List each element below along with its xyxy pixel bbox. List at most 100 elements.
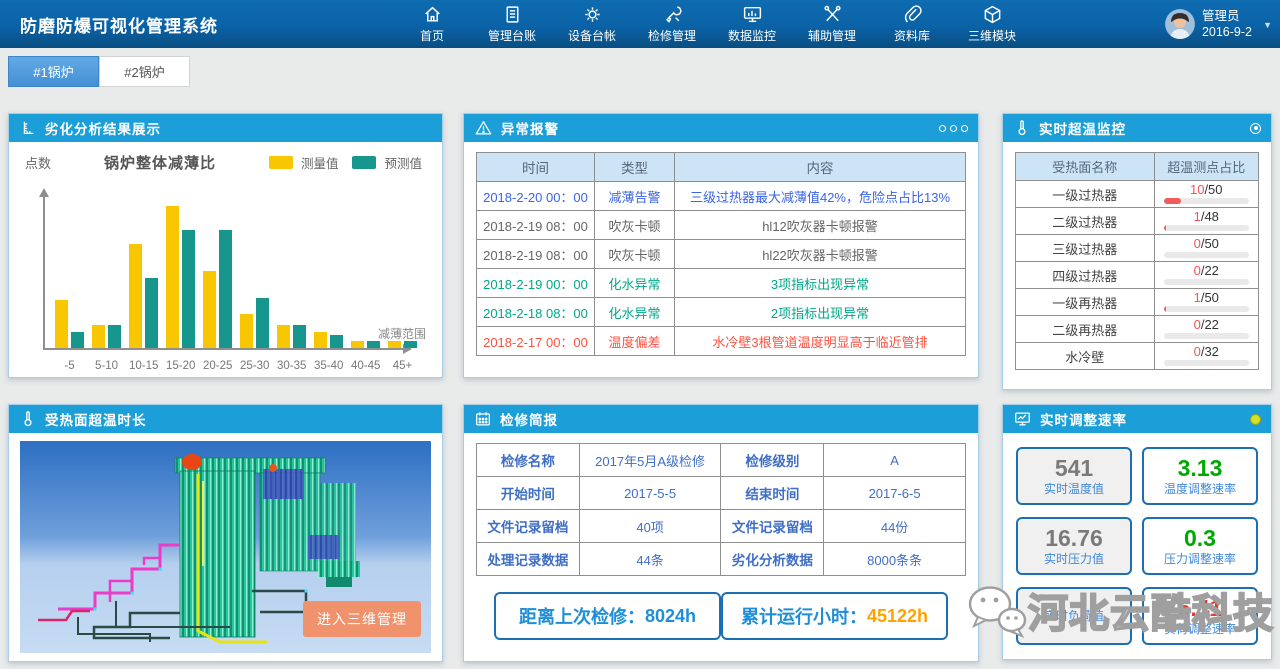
bar-测量值: [351, 341, 364, 348]
bar-预测值: [256, 298, 269, 348]
surface-name: 二级过热器: [1016, 208, 1155, 235]
panel-title: 实时调整速率: [1040, 409, 1242, 429]
warning-icon: [474, 119, 493, 137]
panel-title: 劣化分析结果展示: [45, 118, 432, 138]
summary-value: 8024h: [645, 606, 696, 627]
maintenance-label: 开始时间: [477, 477, 580, 510]
maintenance-row: 检修名称2017年5月A级检修检修级别A: [477, 444, 966, 477]
overtemp-progress: [1164, 360, 1249, 366]
surface-name: 三级过热器: [1016, 235, 1155, 262]
alarm-type: 化水异常: [595, 298, 675, 327]
maintenance-value: 44条: [579, 543, 721, 576]
panel-maintenance: 检修简报 检修名称2017年5月A级检修检修级别A开始时间2017-5-5结束时…: [463, 404, 979, 662]
bar-预测值: [71, 332, 84, 348]
alarm-time: 2018-2-18 08：00: [477, 298, 595, 327]
bar-group: [92, 325, 121, 348]
ruler-icon: [19, 119, 37, 137]
enter-3d-button[interactable]: 进入三维管理: [303, 601, 421, 637]
bar-group: [388, 341, 417, 348]
nav-item-home[interactable]: 首页: [392, 0, 472, 48]
maintenance-value: 2017-6-5: [824, 477, 966, 510]
nav-item-cube[interactable]: 三维模块: [952, 0, 1032, 48]
alarm-row: 2018-2-20 00：00减薄告警三级过热器最大减薄值42%，危险点占比13…: [477, 182, 966, 211]
overtemp-ratio: 0/22: [1155, 318, 1259, 331]
nav-item-label: 资料库: [894, 27, 930, 44]
alarm-row: 2018-2-19 00：00化水异常3项指标出现异常: [477, 269, 966, 298]
alarm-type: 减薄告警: [595, 182, 675, 211]
x-tick-label: 35-40: [314, 360, 343, 372]
overtemp-row: 一级再热器1/50: [1016, 289, 1259, 316]
maintenance-row: 开始时间2017-5-5结束时间2017-6-5: [477, 477, 966, 510]
nav-item-paperclip[interactable]: 资料库: [872, 0, 952, 48]
top-navbar: 防磨防爆可视化管理系统 首页管理台账设备台帐检修管理数据监控辅助管理资料库三维模…: [0, 0, 1280, 48]
summary-label: 累计运行小时：: [741, 603, 867, 629]
alarm-type: 化水异常: [595, 269, 675, 298]
surface-name: 二级再热器: [1016, 316, 1155, 343]
ledger-icon: [502, 4, 523, 25]
summary-label: 距离上次检修：: [519, 603, 645, 629]
overtemp-progress: [1164, 198, 1249, 204]
cube-icon: [982, 4, 1003, 25]
chart-legend: 测量值预测值: [269, 153, 428, 172]
alarm-type: 吹灰卡顿: [595, 240, 675, 269]
rate-label: 温度调整速率: [1164, 483, 1236, 496]
user-info[interactable]: 管理员 2016-9-2: [1165, 0, 1252, 48]
x-tick-label: 5-10: [92, 360, 121, 372]
y-axis: [43, 192, 45, 350]
maintenance-label: 结束时间: [721, 477, 824, 510]
alarm-col-header: 类型: [595, 153, 675, 182]
legend-swatch: [352, 156, 376, 169]
surface-name: 四级过热器: [1016, 262, 1155, 289]
panel-title: 检修简报: [500, 409, 968, 429]
x-tick-label: 25-30: [240, 360, 269, 372]
alarm-content: 三级过热器最大减薄值42%，危险点占比13%: [675, 182, 966, 211]
alarm-time: 2018-2-17 00：00: [477, 327, 595, 356]
alarm-content: 2项指标出现异常: [675, 298, 966, 327]
maintenance-value: 44份: [824, 510, 966, 543]
rate-label: 实时压力值: [1044, 553, 1104, 566]
paperclip-icon: [902, 4, 923, 25]
overtemp-ratio-cell: 1/50: [1154, 289, 1259, 316]
alarm-type: 吹灰卡顿: [595, 211, 675, 240]
panel-degradation: 劣化分析结果展示 点数 锅炉整体减薄比 测量值预测值 减薄范围 -55-1010…: [8, 113, 443, 378]
record-icon[interactable]: [1250, 123, 1261, 134]
overtemp-ratio: 1/48: [1155, 210, 1259, 223]
status-dot-icon[interactable]: [1250, 414, 1261, 425]
nav-item-wrench[interactable]: 检修管理: [632, 0, 712, 48]
alarm-time: 2018-2-19 08：00: [477, 211, 595, 240]
rate-value: 3.13: [1178, 456, 1223, 481]
overtemp-progress: [1164, 225, 1249, 231]
panel-options-icon[interactable]: [939, 125, 968, 132]
alarm-time: 2018-2-19 00：00: [477, 269, 595, 298]
panel-boiler3d: 受热面超温时长: [8, 404, 443, 662]
overtemp-ratio: 0/50: [1155, 237, 1259, 250]
nav-item-ledger[interactable]: 管理台账: [472, 0, 552, 48]
maintenance-label: 文件记录留档: [721, 510, 824, 543]
nav-item-crossed-tools[interactable]: 辅助管理: [792, 0, 872, 48]
maintenance-value: A: [824, 444, 966, 477]
overtemp-ratio: 0/32: [1155, 345, 1259, 358]
overtemp-progress: [1164, 252, 1249, 258]
nav-item-gear[interactable]: 设备台帐: [552, 0, 632, 48]
tab-boiler-1[interactable]: #1锅炉: [8, 56, 99, 87]
x-tick-label: 30-35: [277, 360, 306, 372]
bar-预测值: [404, 341, 417, 348]
overtemp-col-header: 受热面名称: [1016, 153, 1155, 181]
overtemp-progress: [1164, 279, 1249, 285]
overtemp-col-header: 超温测点占比: [1154, 153, 1259, 181]
main-nav: 首页管理台账设备台帐检修管理数据监控辅助管理资料库 三维模块: [392, 0, 1032, 48]
surface-name: 水冷壁: [1016, 343, 1155, 370]
maintenance-value: 8000条条: [824, 543, 966, 576]
monitor-chart-icon: [1013, 410, 1032, 428]
bar-测量值: [240, 314, 253, 348]
nav-item-monitor-bars[interactable]: 数据监控: [712, 0, 792, 48]
x-tick-label: 40-45: [351, 360, 380, 372]
maintenance-row: 文件记录留档40项文件记录留档44份: [477, 510, 966, 543]
alarm-type: 温度偏差: [595, 327, 675, 356]
chevron-down-icon[interactable]: ▼: [1263, 20, 1272, 30]
bar-chart: 减薄范围 -55-1010-1515-2020-2525-3030-3535-4…: [29, 178, 426, 374]
bar-group: [314, 332, 343, 348]
maintenance-value: 2017-5-5: [579, 477, 721, 510]
tab-boiler-2[interactable]: #2锅炉: [99, 56, 190, 87]
alarm-row: 2018-2-17 00：00温度偏差水冷壁3根管道温度明显高于临近管排: [477, 327, 966, 356]
